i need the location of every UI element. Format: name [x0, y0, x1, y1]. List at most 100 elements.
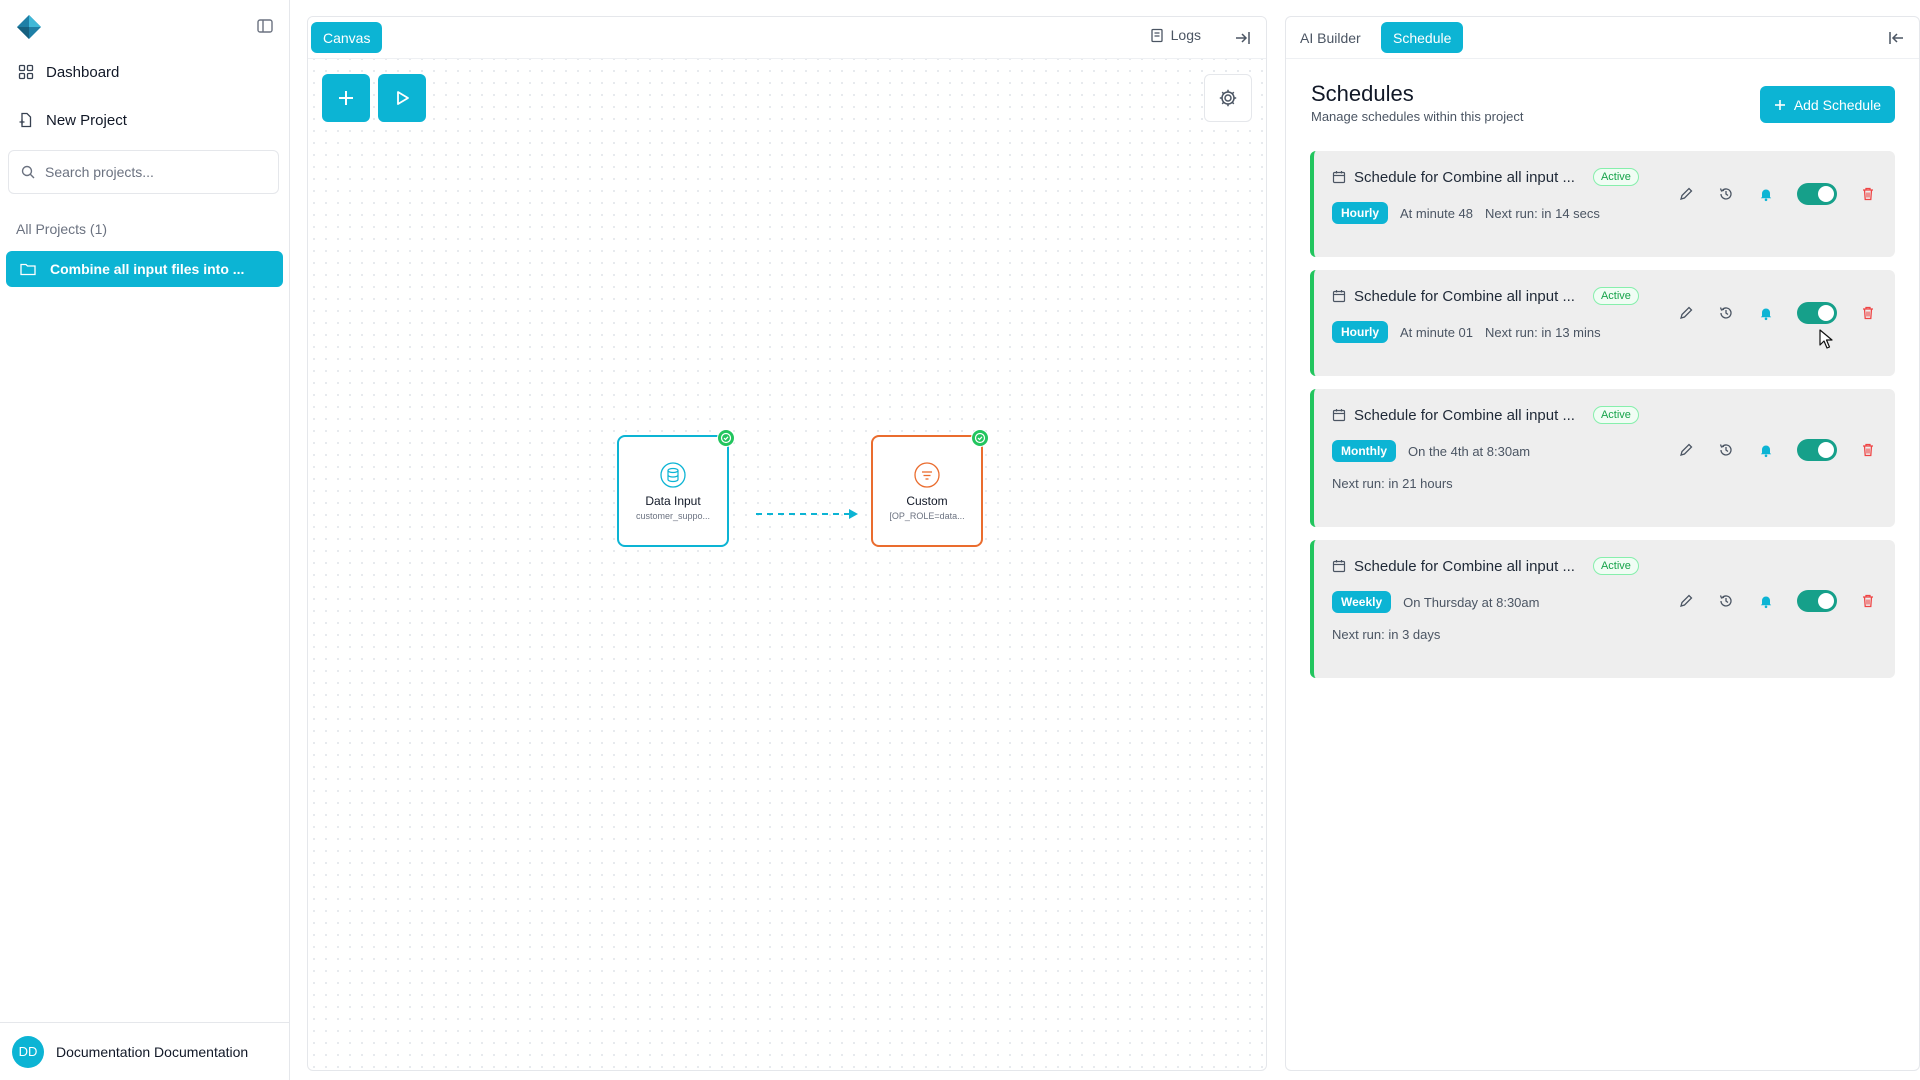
- enable-toggle[interactable]: [1797, 439, 1837, 461]
- pencil-icon: [1680, 443, 1693, 456]
- run-button[interactable]: [378, 74, 426, 122]
- pencil-icon: [1680, 187, 1693, 200]
- edit-button[interactable]: [1677, 304, 1695, 322]
- enable-toggle[interactable]: [1797, 183, 1837, 205]
- node-data-input[interactable]: Data Input customer_suppo...: [617, 429, 735, 547]
- page-title: Schedules: [1311, 81, 1414, 106]
- schedule-detail: On Thursday at 8:30am: [1403, 594, 1540, 610]
- new-project-icon: [19, 112, 32, 128]
- canvas-panel[interactable]: Canvas Logs Data Input customer_suppo...…: [307, 16, 1267, 1071]
- bell-icon: [1760, 596, 1772, 609]
- enable-toggle[interactable]: [1797, 302, 1837, 324]
- delete-button[interactable]: [1859, 304, 1877, 322]
- next-run: Next run: in 3 days: [1332, 627, 1441, 642]
- search-input[interactable]: [43, 163, 267, 181]
- delete-button[interactable]: [1859, 185, 1877, 203]
- node-title: Custom: [906, 493, 948, 508]
- dashboard-icon: [18, 64, 34, 80]
- collapse-panel-icon[interactable]: [1887, 29, 1905, 47]
- node-custom[interactable]: Custom [OP_ROLE=data...: [871, 429, 989, 547]
- schedule-card: Schedule for Combine all input ... Activ…: [1310, 540, 1895, 678]
- schedule-info: Hourly At minute 48 Next run: in 14 secs: [1332, 202, 1600, 224]
- search-icon: [21, 165, 35, 179]
- custom-filter-icon: [914, 461, 940, 488]
- frequency-badge: Hourly: [1332, 202, 1389, 224]
- project-item-label: Combine all input files into ...: [50, 261, 245, 277]
- schedule-info: Hourly At minute 01 Next run: in 13 mins: [1332, 321, 1601, 343]
- history-button[interactable]: [1717, 592, 1735, 610]
- status-badge: Active: [1592, 557, 1639, 575]
- node-connector: [756, 509, 858, 519]
- next-run: Next run: in 14 secs: [1485, 205, 1600, 221]
- user-footer[interactable]: DD Documentation Documentation: [0, 1022, 289, 1080]
- calendar-icon: [1332, 171, 1346, 184]
- schedule-card: Schedule for Combine all input ... Activ…: [1310, 270, 1895, 376]
- edit-button[interactable]: [1677, 592, 1695, 610]
- logs-label: Logs: [1170, 27, 1201, 43]
- project-item[interactable]: Combine all input files into ...: [6, 251, 283, 287]
- right-panel-tabs: AI Builder Schedule: [1286, 17, 1919, 59]
- history-button[interactable]: [1717, 185, 1735, 203]
- status-badge: Active: [1592, 287, 1639, 305]
- enable-toggle[interactable]: [1797, 590, 1837, 612]
- add-schedule-button[interactable]: Add Schedule: [1759, 86, 1895, 123]
- logs-icon: [1150, 28, 1163, 42]
- status-badge: Active: [1592, 406, 1639, 424]
- page-subtitle: Manage schedules within this project: [1311, 109, 1524, 124]
- schedule-title: Schedule for Combine all input ...: [1354, 287, 1575, 305]
- edit-button[interactable]: [1677, 185, 1695, 203]
- node-title: Data Input: [645, 493, 701, 508]
- history-button[interactable]: [1717, 304, 1735, 322]
- schedule-info: Weekly On Thursday at 8:30am: [1332, 591, 1539, 613]
- play-icon: [397, 91, 409, 105]
- notify-button[interactable]: [1757, 185, 1775, 203]
- schedule-actions: [1677, 183, 1877, 205]
- schedule-actions: [1677, 302, 1877, 324]
- bell-icon: [1760, 189, 1772, 202]
- user-name: Documentation Documentation: [56, 1043, 249, 1060]
- tab-schedule[interactable]: Schedule: [1381, 22, 1464, 53]
- schedule-detail: At minute 01: [1400, 324, 1474, 340]
- sidebar: Dashboard New Project All Projects (1) C…: [0, 0, 290, 1080]
- notify-button[interactable]: [1757, 304, 1775, 322]
- trash-icon: [1863, 187, 1873, 201]
- notify-button[interactable]: [1757, 441, 1775, 459]
- schedule-card-header: Schedule for Combine all input ... Activ…: [1332, 406, 1639, 424]
- frequency-badge: Weekly: [1332, 591, 1392, 613]
- history-icon: [1719, 307, 1732, 319]
- calendar-icon: [1332, 290, 1346, 303]
- exit-panel-icon[interactable]: [1234, 29, 1252, 47]
- notify-button[interactable]: [1757, 592, 1775, 610]
- nav-new-project[interactable]: New Project: [18, 105, 127, 135]
- pencil-icon: [1680, 594, 1693, 607]
- delete-button[interactable]: [1859, 592, 1877, 610]
- schedule-title: Schedule for Combine all input ...: [1354, 557, 1575, 575]
- nav-dashboard[interactable]: Dashboard: [18, 57, 119, 87]
- schedule-card: Schedule for Combine all input ... Activ…: [1310, 151, 1895, 257]
- app-logo-icon[interactable]: [16, 14, 42, 40]
- tab-canvas[interactable]: Canvas: [311, 22, 383, 53]
- logs-button[interactable]: Logs: [1150, 27, 1201, 43]
- trash-icon: [1863, 594, 1873, 608]
- history-button[interactable]: [1717, 441, 1735, 459]
- tab-ai-builder[interactable]: AI Builder: [1300, 22, 1361, 53]
- avatar: DD: [12, 1035, 44, 1068]
- sidebar-toggle-icon[interactable]: [256, 17, 274, 35]
- calendar-icon: [1332, 409, 1346, 422]
- gear-icon: [1219, 89, 1237, 107]
- folder-icon: [20, 263, 36, 276]
- schedule-info: Monthly On the 4th at 8:30am: [1332, 440, 1530, 462]
- edit-button[interactable]: [1677, 441, 1695, 459]
- schedule-actions: [1677, 439, 1877, 461]
- status-badge: Active: [1592, 168, 1639, 186]
- schedule-card-header: Schedule for Combine all input ... Activ…: [1332, 168, 1639, 186]
- schedule-card-header: Schedule for Combine all input ... Activ…: [1332, 287, 1639, 305]
- add-node-button[interactable]: [322, 74, 370, 122]
- nav-dashboard-label: Dashboard: [46, 63, 120, 81]
- bell-icon: [1760, 445, 1772, 458]
- mouse-cursor-icon: [1819, 329, 1833, 349]
- schedule-card-header: Schedule for Combine all input ... Activ…: [1332, 557, 1639, 575]
- delete-button[interactable]: [1859, 441, 1877, 459]
- nav-new-project-label: New Project: [46, 111, 127, 129]
- canvas-settings-button[interactable]: [1204, 74, 1252, 122]
